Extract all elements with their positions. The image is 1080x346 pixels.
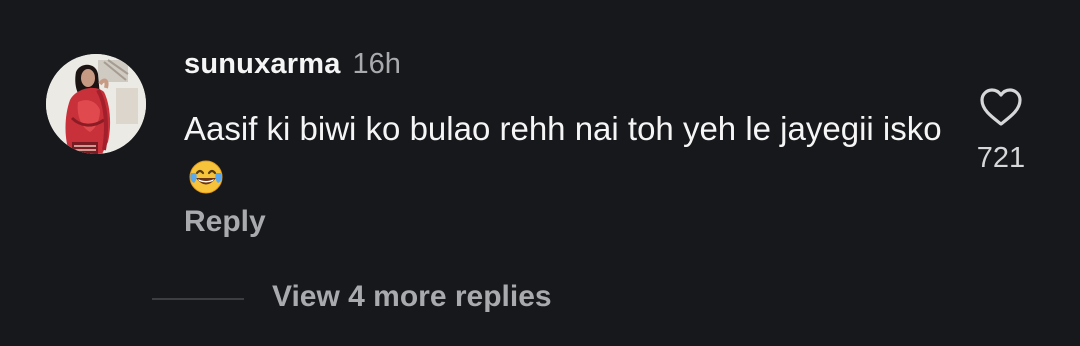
reply-button[interactable]: Reply bbox=[184, 205, 266, 239]
comment-item: sunuxarma 16h Aasif ki biwi ko bulao reh… bbox=[0, 0, 1080, 346]
comment-timestamp: 16h bbox=[352, 48, 401, 80]
avatar-image bbox=[46, 54, 146, 154]
comment-text: Aasif ki biwi ko bulao rehh nai toh yeh … bbox=[184, 110, 942, 147]
comment-body: Aasif ki biwi ko bulao rehh nai toh yeh … bbox=[184, 104, 944, 202]
username-link[interactable]: sunuxarma bbox=[184, 48, 341, 81]
like-area: 721 bbox=[962, 86, 1040, 175]
face-with-tears-of-joy-icon bbox=[188, 159, 224, 195]
replies-divider bbox=[152, 298, 244, 300]
view-more-replies-button[interactable]: View 4 more replies bbox=[272, 280, 552, 314]
heart-outline-icon[interactable] bbox=[978, 86, 1024, 128]
comment-header: sunuxarma 16h bbox=[184, 48, 401, 88]
like-count: 721 bbox=[976, 142, 1026, 174]
avatar[interactable] bbox=[46, 54, 146, 154]
